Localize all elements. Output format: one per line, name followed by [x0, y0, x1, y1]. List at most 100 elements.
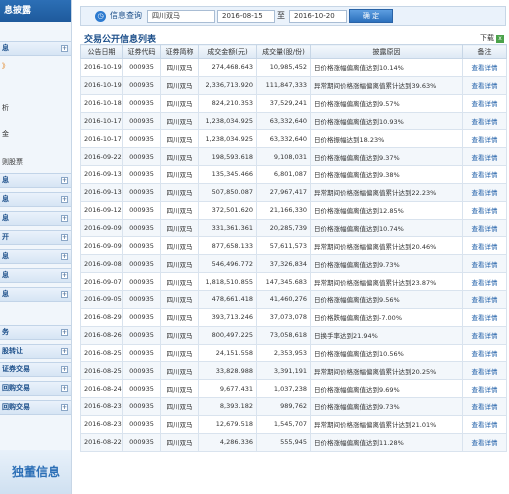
turnover-amount-cell: 2,336,713.920 [198, 75, 257, 95]
security-code-cell: 000935 [122, 58, 161, 77]
table-row: 2016-08-26 000935 四川双马 800,497.225 73,058,61… [80, 325, 507, 345]
date-from-input[interactable]: 2016-08-15 [217, 10, 275, 23]
table-row: 2016-09-07 000935 四川双马 1,818,510.855 147,345… [80, 272, 507, 291]
expand-plus-icon[interactable]: + [61, 404, 68, 411]
confirm-button[interactable]: 确 定 [349, 9, 393, 23]
view-details-link[interactable]: 查看详情 [462, 272, 507, 291]
expand-plus-icon[interactable]: + [61, 348, 68, 355]
view-details-link[interactable]: 查看详情 [462, 289, 507, 309]
turnover-amount-cell: 800,497.225 [198, 325, 257, 345]
security-code-cell: 000935 [122, 361, 161, 381]
view-details-link[interactable]: 查看详情 [462, 414, 507, 434]
security-name-cell: 四川双马 [160, 93, 199, 113]
announce-date-cell: 2016-09-22 [80, 147, 123, 167]
main-content: ◷ 信息查询 四川双马 2016-08-15 至 2016-10-20 确 定 … [80, 0, 507, 494]
volume-cell: 555,945 [256, 432, 311, 452]
disclosure-reason-cell: 异常期间价格涨幅偏离值累计达到39.63% [310, 75, 463, 95]
security-name-cell: 四川双马 [160, 75, 199, 95]
sidebar-item[interactable]: 务 + [0, 325, 71, 340]
security-code-cell: 000935 [122, 254, 161, 274]
disclosure-reason-cell: 日价格涨幅偏离值达到10.93% [310, 111, 463, 131]
view-details-link[interactable]: 查看详情 [462, 254, 507, 274]
view-details-link[interactable]: 查看详情 [462, 397, 507, 416]
expand-plus-icon[interactable]: + [61, 196, 68, 203]
table-row: 2016-10-17 000935 四川双马 1,238,034.925 63,332,… [80, 111, 507, 131]
view-details-link[interactable]: 查看详情 [462, 129, 507, 149]
sidebar-item[interactable]: 则股票 [0, 156, 71, 169]
volume-cell: 57,611,573 [256, 236, 311, 256]
security-name-cell: 四川双马 [160, 361, 199, 381]
announce-date-cell: 2016-09-07 [80, 272, 123, 291]
expand-plus-icon[interactable]: + [61, 45, 68, 52]
security-code-input[interactable]: 四川双马 [147, 10, 215, 23]
expand-plus-icon[interactable]: + [61, 177, 68, 184]
view-details-link[interactable]: 查看详情 [462, 182, 507, 202]
disclosure-table: 公告日期 证券代码 证券简称 成交金额(元) 成交量(股/份) 披露原因 备注 2016-1… [80, 44, 507, 452]
announce-date-cell: 2016-08-25 [80, 343, 123, 363]
date-to-input[interactable]: 2016-10-20 [289, 10, 347, 23]
sidebar-item[interactable]: 息 + [0, 173, 71, 188]
view-details-link[interactable]: 查看详情 [462, 236, 507, 256]
independent-director-info-banner[interactable]: 独董信息 [0, 450, 71, 494]
security-code-cell: 000935 [122, 200, 161, 220]
announce-date-cell: 2016-08-26 [80, 325, 123, 345]
volume-cell: 9,108,031 [256, 147, 311, 167]
download-label: 下载 [480, 34, 494, 42]
expand-plus-icon[interactable]: + [61, 253, 68, 260]
expand-plus-icon[interactable]: + [61, 291, 68, 298]
volume-cell: 3,391,191 [256, 361, 311, 381]
sidebar-item[interactable]: 回购交易 + [0, 381, 71, 396]
download-link[interactable]: 下载 x [480, 33, 504, 43]
security-name-cell: 四川双马 [160, 432, 199, 452]
view-details-link[interactable]: 查看详情 [462, 200, 507, 220]
sidebar-item[interactable]: 息 + [0, 249, 71, 264]
view-details-link[interactable]: 查看详情 [462, 379, 507, 399]
sidebar-item[interactable]: 证券交易 + [0, 362, 71, 377]
volume-cell: 6,801,087 [256, 165, 311, 184]
turnover-amount-cell: 4,286.336 [198, 432, 257, 452]
turnover-amount-cell: 393,713.246 [198, 307, 257, 327]
sidebar-item-label: 证券交易 [2, 365, 30, 373]
view-details-link[interactable]: 查看详情 [462, 165, 507, 184]
view-details-link[interactable]: 查看详情 [462, 147, 507, 167]
sidebar-item[interactable]: 析 [0, 102, 71, 115]
sidebar-item[interactable]: 息 + [0, 192, 71, 207]
disclosure-reason-cell: 日价格涨幅偏离值达到10.56% [310, 343, 463, 363]
view-details-link[interactable]: 查看详情 [462, 325, 507, 345]
expand-plus-icon[interactable]: + [61, 234, 68, 241]
turnover-amount-cell: 9,677.431 [198, 379, 257, 399]
sidebar-item[interactable]: 》 [0, 60, 71, 73]
sidebar-item[interactable]: 开 + [0, 230, 71, 245]
view-details-link[interactable]: 查看详情 [462, 93, 507, 113]
view-details-link[interactable]: 查看详情 [462, 432, 507, 452]
view-details-link[interactable]: 查看详情 [462, 361, 507, 381]
expand-plus-icon[interactable]: + [61, 272, 68, 279]
view-details-link[interactable]: 查看详情 [462, 218, 507, 238]
view-details-link[interactable]: 查看详情 [462, 111, 507, 131]
expand-plus-icon[interactable]: + [61, 215, 68, 222]
sidebar-item[interactable]: 股转让 + [0, 344, 71, 359]
sidebar-item[interactable]: 息 + [0, 211, 71, 226]
search-label: 信息查询 [110, 11, 142, 20]
view-details-link[interactable]: 查看详情 [462, 307, 507, 327]
view-details-link[interactable]: 查看详情 [462, 343, 507, 363]
sidebar-item[interactable]: 金 [0, 128, 71, 141]
security-name-cell: 四川双马 [160, 165, 199, 184]
sidebar-item-label: 息 [2, 271, 9, 279]
table-row: 2016-08-25 000935 四川双马 33,828.988 3,391,191 异… [80, 361, 507, 381]
view-details-link[interactable]: 查看详情 [462, 75, 507, 95]
expand-plus-icon[interactable]: + [61, 366, 68, 373]
sidebar-item-label: 析 [2, 104, 9, 112]
announce-date-cell: 2016-09-09 [80, 218, 123, 238]
sidebar-item[interactable]: 息 + [0, 287, 71, 302]
sidebar-item[interactable]: 回购交易 + [0, 400, 71, 415]
volume-cell: 2,353,953 [256, 343, 311, 363]
expand-plus-icon[interactable]: + [61, 329, 68, 336]
view-details-link[interactable]: 查看详情 [462, 58, 507, 77]
announce-date-cell: 2016-08-29 [80, 307, 123, 327]
volume-cell: 37,326,834 [256, 254, 311, 274]
disclosure-reason-cell: 日价格涨幅偏离值达到10.14% [310, 58, 463, 77]
expand-plus-icon[interactable]: + [61, 385, 68, 392]
sidebar-item[interactable]: 息 + [0, 41, 71, 56]
sidebar-item[interactable]: 息 + [0, 268, 71, 283]
